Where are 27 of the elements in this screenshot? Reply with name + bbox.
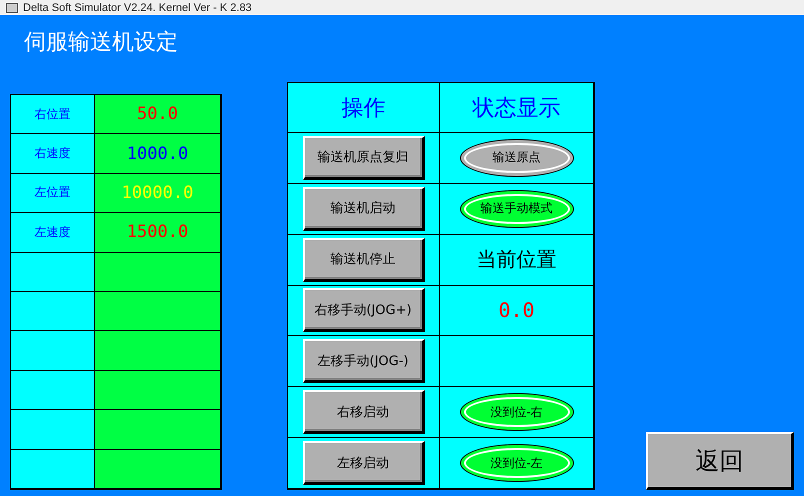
parameter-label: 右位置 [34, 106, 70, 123]
parameter-label: 右速度 [34, 145, 70, 162]
window-title: Delta Soft Simulator V2.24. Kernel Ver - K 2.83 [23, 2, 252, 14]
parameter-value: 1000.0 [126, 144, 188, 164]
parameter-value: 10000.0 [122, 182, 194, 203]
indicator-lamp: 没到位-右 [460, 393, 574, 432]
action-button[interactable]: 左移手动(JOG-) [302, 339, 424, 384]
indicator-lamp: 输送手动模式 [460, 190, 574, 228]
indicator-lamp: 没到位-左 [460, 444, 574, 482]
action-button[interactable]: 输送机启动 [302, 186, 424, 231]
column-header: 状态显示 [472, 94, 560, 122]
parameter-label: 左位置 [34, 184, 70, 202]
screen-title: 伺服输送机设定 [24, 29, 179, 57]
action-button[interactable]: 右移手动(JOG+) [302, 288, 424, 332]
column-header: 操作 [342, 94, 386, 122]
return-button[interactable]: 返回 [646, 432, 794, 490]
position-reading: 0.0 [498, 298, 535, 322]
action-button[interactable]: 输送机停止 [302, 238, 424, 282]
parameter-value: 50.0 [137, 104, 178, 124]
status-label: 当前位置 [476, 246, 556, 274]
parameter-value: 1500.0 [126, 222, 188, 242]
action-button[interactable]: 左移启动 [302, 441, 424, 486]
action-button[interactable]: 输送机原点复归 [302, 136, 424, 180]
indicator-lamp: 输送原点 [460, 138, 574, 177]
parameter-label: 左速度 [34, 224, 70, 241]
app-icon [6, 2, 18, 12]
action-button[interactable]: 右移启动 [302, 390, 424, 434]
